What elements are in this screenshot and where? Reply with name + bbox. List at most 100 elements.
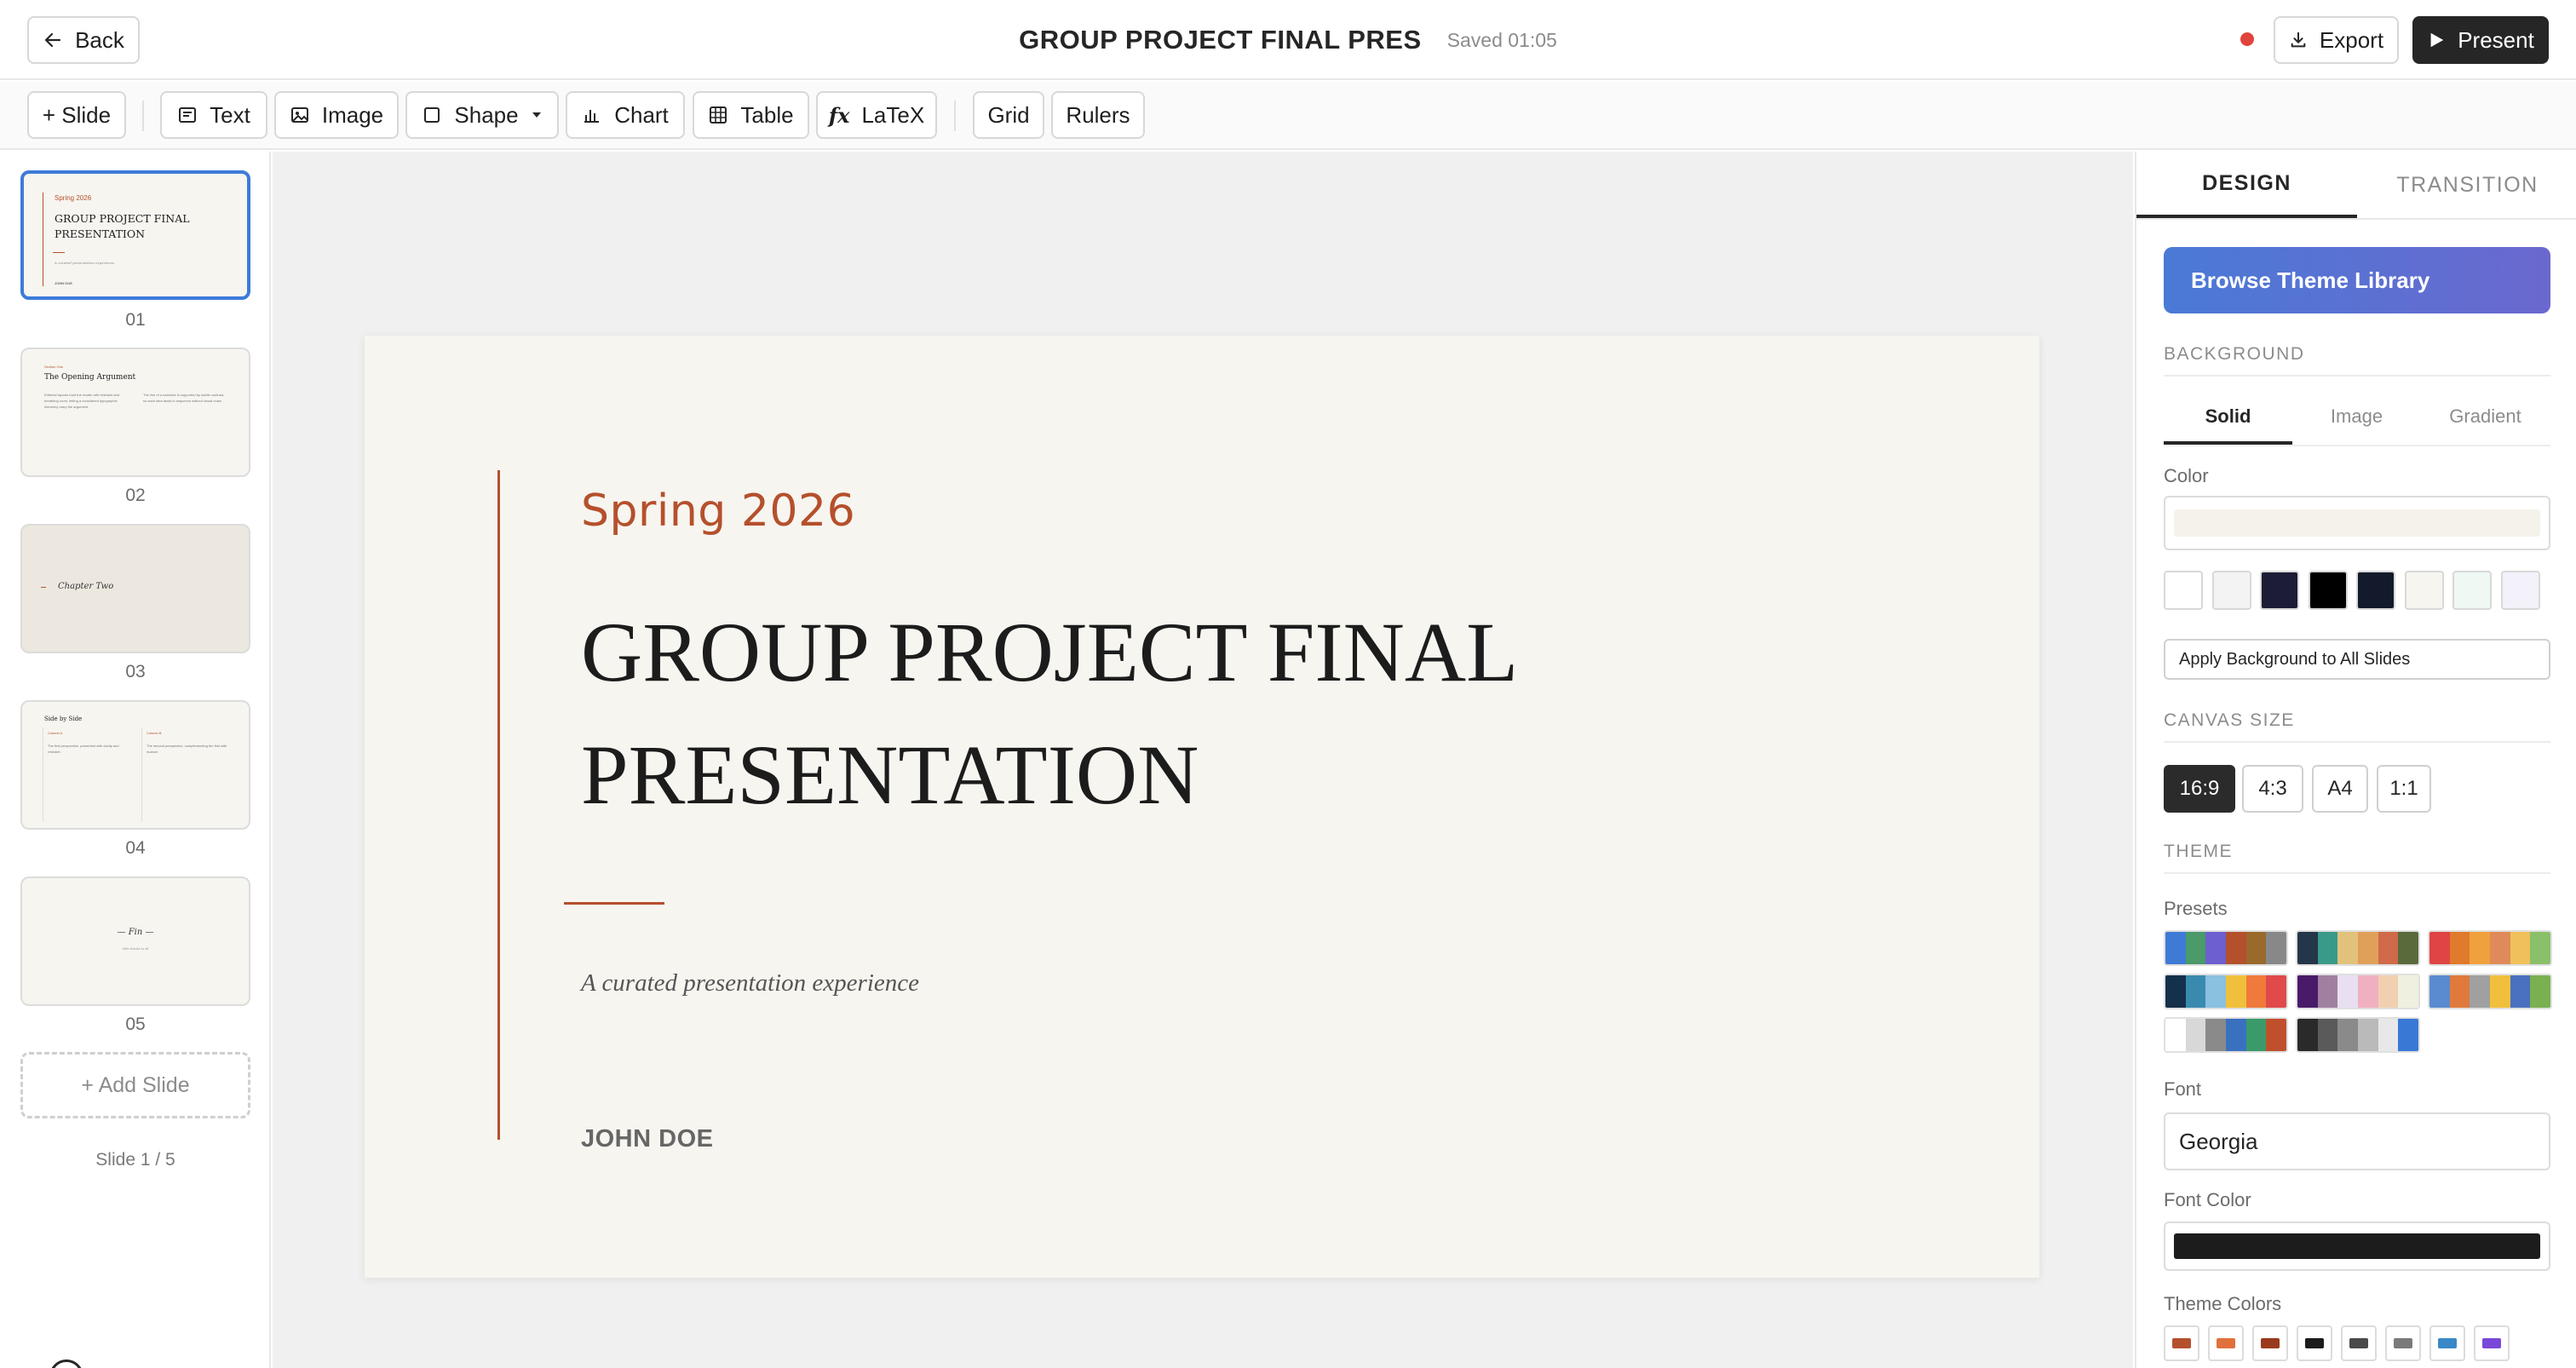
square-icon (424, 107, 440, 123)
slide-author[interactable]: JOHN DOE (581, 1125, 713, 1153)
tab-background-image[interactable]: Image (2292, 405, 2421, 445)
preset-color-chip (2297, 975, 2318, 1008)
image-icon (290, 107, 308, 123)
theme-preset[interactable] (2428, 930, 2552, 966)
back-button[interactable]: Back (27, 16, 140, 64)
background-swatch[interactable] (2260, 571, 2299, 610)
slide-thumbnail-4[interactable]: Side by Side Column A Column B The first… (20, 700, 250, 830)
browse-theme-library-button[interactable]: Browse Theme Library (2164, 247, 2550, 313)
preset-color-chip (2490, 932, 2510, 964)
section-heading-background: BACKGROUND (2164, 344, 2305, 364)
tab-background-solid[interactable]: Solid (2164, 405, 2292, 445)
slide-thumbnail-1[interactable]: Spring 2026 GROUP PROJECT FINAL PRESENTA… (20, 170, 250, 300)
tab-transition[interactable]: TRANSITION (2357, 152, 2576, 218)
preset-color-chip (2358, 932, 2378, 964)
canvas-size-1-1[interactable]: 1:1 (2377, 765, 2431, 813)
theme-preset[interactable] (2296, 1017, 2420, 1053)
accent-vertical-line[interactable] (497, 470, 500, 1140)
theme-color-swatch[interactable] (2385, 1325, 2421, 1361)
slide-number: 03 (125, 662, 146, 681)
background-swatch[interactable] (2211, 571, 2251, 610)
add-slide-placeholder[interactable]: + Add Slide (20, 1052, 250, 1118)
canvas-area: Spring 2026 GROUP PROJECT FINAL PRESENTA… (273, 152, 2133, 1368)
preset-color-chip (2358, 975, 2378, 1008)
slide-title-line: PRESENTATION (581, 727, 1199, 822)
font-color-picker[interactable] (2164, 1221, 2550, 1271)
background-swatch[interactable] (2404, 571, 2444, 610)
add-slide-button[interactable]: + Slide (27, 91, 126, 139)
caret-down-icon[interactable] (531, 109, 543, 121)
theme-color-swatch[interactable] (2429, 1325, 2465, 1361)
tab-design[interactable]: DESIGN (2136, 152, 2357, 218)
tabs-divider (2136, 218, 2576, 220)
theme-color-swatch[interactable] (2164, 1325, 2199, 1361)
theme-color-swatch[interactable] (2208, 1325, 2244, 1361)
grid-label: Grid (987, 101, 1030, 128)
canvas-size-4-3[interactable]: 4:3 (2242, 765, 2303, 813)
theme-preset[interactable] (2164, 974, 2288, 1009)
status-dot (2240, 32, 2254, 46)
text-tool-button[interactable]: Text (160, 91, 267, 139)
preset-color-chip (2245, 932, 2267, 964)
background-swatch[interactable] (2356, 571, 2395, 610)
thumb-divider (53, 252, 65, 253)
background-swatch[interactable] (2500, 571, 2540, 610)
theme-color-swatch[interactable] (2341, 1325, 2377, 1361)
background-color-picker[interactable] (2164, 496, 2550, 550)
theme-preset[interactable] (2164, 1017, 2288, 1053)
document-title[interactable]: GROUP PROJECT FINAL PRES (1019, 25, 1422, 55)
preset-color-chip (2165, 1019, 2186, 1051)
theme-color-swatch[interactable] (2297, 1325, 2332, 1361)
font-color-preview (2174, 1233, 2540, 1259)
theme-color-swatch[interactable] (2474, 1325, 2510, 1361)
table-tool-button[interactable]: Table (693, 91, 809, 139)
shape-tool-button[interactable]: Shape (405, 91, 559, 139)
slide-subtitle[interactable]: A curated presentation experience (581, 969, 919, 997)
image-tool-label: Image (321, 101, 384, 128)
slide-thumbnail-3[interactable]: Chapter Two (20, 524, 250, 653)
preset-color-chip (2297, 932, 2318, 964)
theme-colors-label: Theme Colors (2164, 1293, 2282, 1314)
thumb-title: GROUP PROJECT FINAL PRESENTATION (55, 211, 190, 242)
grid-toggle-button[interactable]: Grid (973, 91, 1044, 139)
slide-thumbnail-5[interactable]: — Fin — With thanks to all (20, 877, 250, 1006)
font-select[interactable]: Georgia (2164, 1112, 2550, 1170)
preset-color-chip (2337, 932, 2359, 964)
theme-preset[interactable] (2296, 930, 2420, 966)
preset-color-chip (2470, 975, 2491, 1008)
export-label: Export (2319, 26, 2384, 53)
theme-color-chip (2394, 1338, 2412, 1348)
latex-tool-button[interactable]: fx LaTeX (816, 91, 937, 139)
apply-background-all-button[interactable]: Apply Background to All Slides (2164, 639, 2550, 680)
present-button[interactable]: Present (2412, 16, 2549, 64)
image-tool-button[interactable]: Image (274, 91, 399, 139)
accent-divider-line[interactable] (564, 902, 664, 905)
export-button[interactable]: Export (2274, 16, 2399, 64)
thumb-column-text: The second perspective, complementing th… (147, 744, 227, 754)
theme-color-swatch[interactable] (2252, 1325, 2288, 1361)
theme-preset[interactable] (2164, 930, 2288, 966)
preset-color-chip (2317, 1019, 2338, 1051)
preset-color-chip (2398, 1019, 2418, 1051)
background-swatch[interactable] (2164, 571, 2203, 610)
theme-preset[interactable] (2296, 974, 2420, 1009)
section-divider (2164, 872, 2550, 874)
toolbar: + Slide Text Image Shape Chart Table fx … (0, 82, 2576, 150)
arrow-left-icon (44, 32, 61, 48)
slide-title[interactable]: GROUP PROJECT FINAL PRESENTATION (581, 591, 1859, 836)
preset-color-chip (2226, 1019, 2246, 1051)
slide-thumbnail-2[interactable]: Section One The Opening Argument Editori… (20, 348, 250, 477)
background-swatch[interactable] (2452, 571, 2492, 610)
preset-color-chip (2185, 932, 2206, 964)
latex-tool-label: LaTeX (861, 101, 925, 128)
canvas-size-16-9[interactable]: 16:9 (2164, 765, 2235, 813)
slide-canvas[interactable]: Spring 2026 GROUP PROJECT FINAL PRESENTA… (365, 336, 2039, 1278)
tab-background-gradient[interactable]: Gradient (2421, 405, 2550, 445)
theme-preset[interactable] (2428, 974, 2552, 1009)
background-swatch[interactable] (2308, 571, 2348, 610)
canvas-size-a4[interactable]: A4 (2312, 765, 2368, 813)
slide-eyebrow-text[interactable]: Spring 2026 (581, 486, 855, 537)
rulers-toggle-button[interactable]: Rulers (1051, 91, 1145, 139)
slide-number: 04 (125, 838, 146, 858)
chart-tool-button[interactable]: Chart (566, 91, 685, 139)
